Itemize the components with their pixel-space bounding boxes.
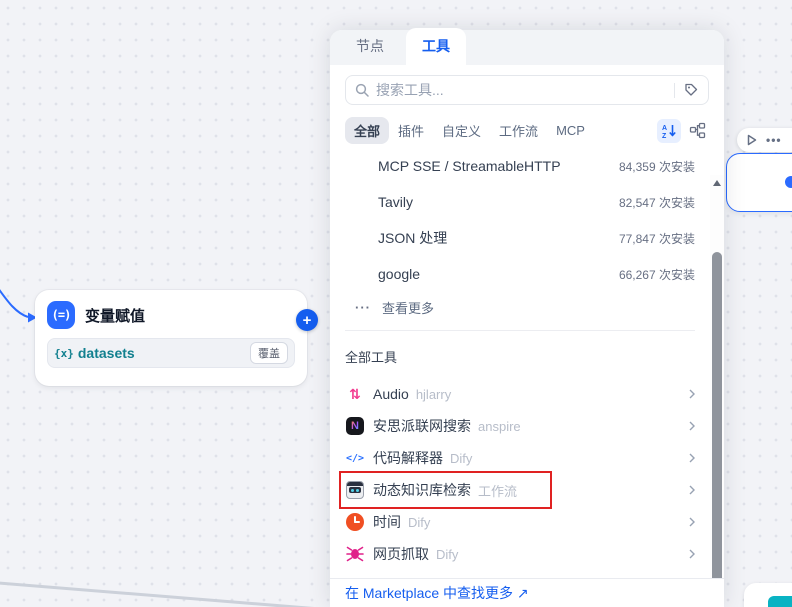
scrollbar-thumb[interactable]: [712, 252, 722, 587]
tool-name: MCP SSE / StreamableHTTP: [378, 158, 619, 174]
node-title: 变量赋值: [85, 305, 145, 326]
more-icon[interactable]: •••: [766, 135, 782, 145]
tool-name: 代码解释器: [373, 448, 443, 468]
play-icon[interactable]: [747, 134, 757, 146]
clock-icon: [346, 513, 364, 531]
ranked-tool-row[interactable]: JSON 处理 77,847 次安装: [330, 220, 710, 256]
code-icon: </>: [345, 448, 365, 468]
scroll-up-arrow-icon[interactable]: [713, 180, 721, 186]
tab-tools[interactable]: 工具: [406, 28, 466, 65]
variable-name: datasets: [78, 345, 250, 361]
tool-name: 时间: [373, 512, 401, 532]
tool-item-web-scraper[interactable]: 网页抓取 Dify: [330, 538, 710, 570]
filter-mcp[interactable]: MCP: [547, 119, 594, 142]
chevron-right-icon: [689, 549, 695, 559]
tool-provider: Dify: [408, 515, 430, 530]
variable-row[interactable]: {x} datasets 覆盖: [47, 338, 295, 368]
vertical-scrollbar[interactable]: [710, 175, 724, 607]
all-tools-heading: 全部工具: [330, 331, 710, 374]
svg-text:Z: Z: [662, 133, 667, 139]
node-header: (=) 变量赋值: [35, 290, 307, 338]
ranked-tool-row[interactable]: MCP SSE / StreamableHTTP 84,359 次安装: [330, 148, 710, 184]
tool-name: google: [378, 266, 619, 282]
filter-plugins[interactable]: 插件: [389, 117, 433, 144]
tool-item-code-interpreter[interactable]: </> 代码解释器 Dify: [330, 442, 710, 474]
chevron-right-icon: [689, 453, 695, 463]
panel-footer: 在 Marketplace 中查找更多 ↗: [330, 578, 724, 607]
tool-name: 动态知识库检索: [373, 480, 471, 500]
search-input[interactable]: [376, 82, 666, 98]
robot-icon: [346, 481, 364, 499]
chevron-right-icon: [689, 421, 695, 431]
tool-item-time[interactable]: 时间 Dify: [330, 506, 710, 538]
variable-icon: {x}: [54, 347, 74, 360]
ranked-tool-row[interactable]: Tavily 82,547 次安装: [330, 184, 710, 220]
install-count: 77,847 次安装: [619, 230, 695, 247]
install-count: 66,267 次安装: [619, 266, 695, 283]
view-more-button[interactable]: ··· 查看更多: [330, 292, 710, 322]
ranked-tool-row[interactable]: google 66,267 次安装: [330, 256, 710, 292]
filter-all[interactable]: 全部: [345, 117, 389, 144]
tools-panel: 节点 工具 全部 插件 自定义 工作流 MCP A Z: [330, 30, 724, 607]
chevron-right-icon: [689, 517, 695, 527]
audio-icon: ⇅: [345, 384, 365, 404]
tool-provider: hjlarry: [416, 387, 451, 402]
tool-provider: 工作流: [478, 481, 517, 500]
tool-name: 网页抓取: [373, 544, 429, 564]
teal-node-block: [768, 596, 792, 607]
anspire-icon: N: [346, 417, 364, 435]
tool-name: JSON 处理: [378, 228, 619, 248]
variable-assigner-icon: (=): [47, 301, 75, 329]
add-next-node-button[interactable]: +: [296, 309, 318, 331]
tool-provider: anspire: [478, 419, 521, 434]
tool-item-anspire-search[interactable]: N 安思派联网搜索 anspire: [330, 410, 710, 442]
chevron-right-icon: [689, 389, 695, 399]
node-actions-toolbar: •••: [737, 128, 792, 152]
search-divider: [674, 83, 675, 98]
bottom-right-node-partial[interactable]: [744, 583, 792, 607]
panel-tab-bar: 节点 工具: [330, 30, 724, 65]
tag-filter-icon[interactable]: [683, 82, 699, 98]
sort-az-button[interactable]: A Z: [657, 119, 681, 143]
install-count: 82,547 次安装: [619, 194, 695, 211]
write-mode-badge: 覆盖: [250, 342, 288, 364]
tool-name: Tavily: [378, 194, 619, 210]
ellipsis-icon: ···: [355, 300, 371, 315]
all-tools-list: ⇅ Audio hjlarry N 安思派联网搜索 anspire </> 代码…: [330, 378, 710, 570]
tab-nodes[interactable]: 节点: [344, 28, 396, 65]
search-bar[interactable]: [345, 75, 709, 105]
tool-item-dynamic-knowledge-retrieval[interactable]: 动态知识库检索 工作流: [330, 474, 710, 506]
svg-text:A: A: [662, 125, 667, 132]
chevron-right-icon: [689, 485, 695, 495]
hierarchy-icon: [689, 122, 706, 139]
tool-name: Audio: [373, 386, 409, 402]
marketplace-link[interactable]: 在 Marketplace 中查找更多 ↗: [345, 583, 529, 603]
install-count: 84,359 次安装: [619, 158, 695, 175]
group-view-button[interactable]: [685, 119, 709, 143]
spider-icon: [346, 546, 364, 562]
filter-workflow[interactable]: 工作流: [490, 117, 547, 144]
view-more-label: 查看更多: [382, 298, 434, 317]
tool-provider: Dify: [450, 451, 472, 466]
filter-row: 全部 插件 自定义 工作流 MCP A Z: [345, 117, 709, 144]
sort-az-icon: A Z: [661, 123, 677, 139]
tool-name: 安思派联网搜索: [373, 416, 471, 436]
tools-list: MCP SSE / StreamableHTTP 84,359 次安装 Tavi…: [330, 144, 710, 570]
node-connection-handle[interactable]: [783, 174, 792, 190]
variable-assigner-node[interactable]: (=) 变量赋值 + {x} datasets 覆盖: [35, 290, 307, 386]
tool-provider: Dify: [436, 547, 458, 562]
search-icon: [355, 83, 369, 97]
filter-custom[interactable]: 自定义: [433, 117, 490, 144]
tool-item-audio[interactable]: ⇅ Audio hjlarry: [330, 378, 710, 410]
